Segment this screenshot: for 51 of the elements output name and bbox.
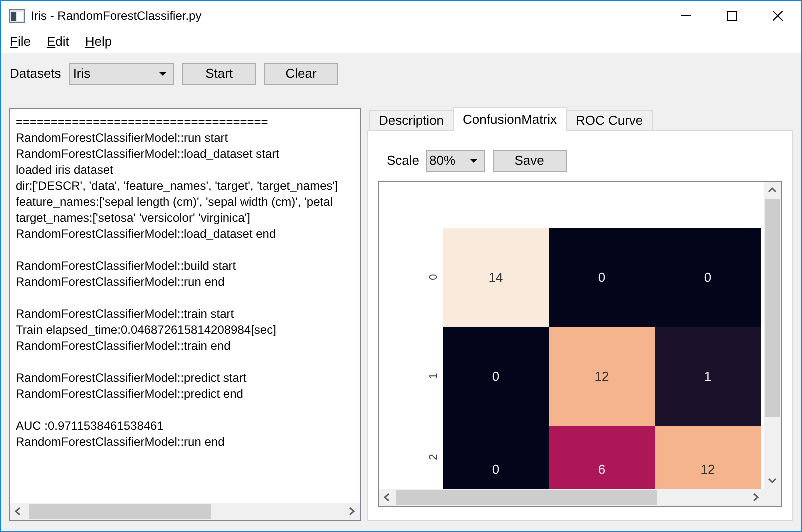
toolbar-button[interactable]: Start	[182, 63, 256, 85]
log-line: RandomForestClassifierModel::load_dataset start	[16, 146, 280, 162]
row-label: 0	[427, 274, 442, 281]
menu-item[interactable]: Help	[85, 32, 112, 52]
scale-dropdown[interactable]: 80%	[426, 150, 485, 172]
heatmap-cell: 12	[549, 327, 655, 426]
window-title: Iris - RandomForestClassifier.py	[31, 8, 203, 25]
log-line: RandomForestClassifierModel::predict start	[16, 370, 247, 386]
tab[interactable]: ConfusionMatrix	[453, 107, 567, 131]
app-icon	[9, 9, 25, 23]
log-line: RandomForestClassifierModel::run start	[16, 130, 228, 146]
scale-label: Scale	[387, 152, 420, 170]
heatmap-cell: 12	[655, 426, 761, 489]
log-line: RandomForestClassifierModel::run end	[16, 274, 225, 290]
log-line: RandomForestClassifierModel::run end	[16, 434, 225, 450]
toolbar-button[interactable]: Clear	[264, 63, 338, 85]
log-line: RandomForestClassifierModel::train end	[16, 338, 231, 354]
caret-icon	[470, 159, 478, 163]
log-line: ====================================	[16, 114, 268, 130]
scrollbar-thumb[interactable]	[396, 490, 657, 505]
log-line: target_names:['setosa' 'versicolor' 'virginica']	[16, 210, 251, 226]
close-icon[interactable]	[773, 11, 783, 21]
log-line: feature_names:['sepal length (cm)', 'sepal width (cm)', 'petal	[16, 194, 333, 210]
menu-item[interactable]: Edit	[46, 32, 70, 52]
log-line: Train elapsed_time:0.046872615814208984[sec]	[16, 322, 276, 338]
log-line: loaded iris dataset	[16, 162, 114, 178]
save-button[interactable]: Save	[492, 150, 567, 172]
log-line: AUC :0.9711538461538461	[16, 418, 164, 434]
menu-item[interactable]: File	[10, 32, 31, 52]
heatmap-cell: 0	[655, 228, 761, 327]
heatmap-cell: 1	[655, 327, 761, 426]
log-line: RandomForestClassifierModel::predict end	[16, 386, 244, 402]
scrollbar-thumb[interactable]	[29, 504, 211, 519]
row-label: 1	[427, 373, 442, 380]
heatmap-cell: 14	[443, 228, 549, 327]
log-line: dir:['DESCR', 'data', 'feature_names', 'target', 'target_names']	[16, 178, 338, 194]
caret-icon	[159, 72, 168, 76]
log-line: RandomForestClassifierModel::train start	[16, 306, 234, 322]
datasets-label: Datasets	[10, 65, 62, 84]
log-line: RandomForestClassifierModel::load_dataset end	[16, 226, 276, 242]
heatmap-cell: 0	[443, 426, 549, 489]
heatmap-cell: 0	[443, 327, 549, 426]
dataset-dropdown[interactable]: Iris	[69, 63, 174, 85]
tab[interactable]: Description	[369, 110, 454, 131]
heatmap-cell: 0	[549, 228, 655, 327]
row-label: 2	[427, 454, 442, 461]
heatmap-cell: 6	[549, 426, 655, 489]
scrollbar-thumb[interactable]	[765, 199, 780, 417]
log-line: RandomForestClassifierModel::build start	[16, 258, 236, 274]
tab[interactable]: ROC Curve	[566, 110, 654, 131]
maximize-icon[interactable]	[727, 11, 737, 21]
